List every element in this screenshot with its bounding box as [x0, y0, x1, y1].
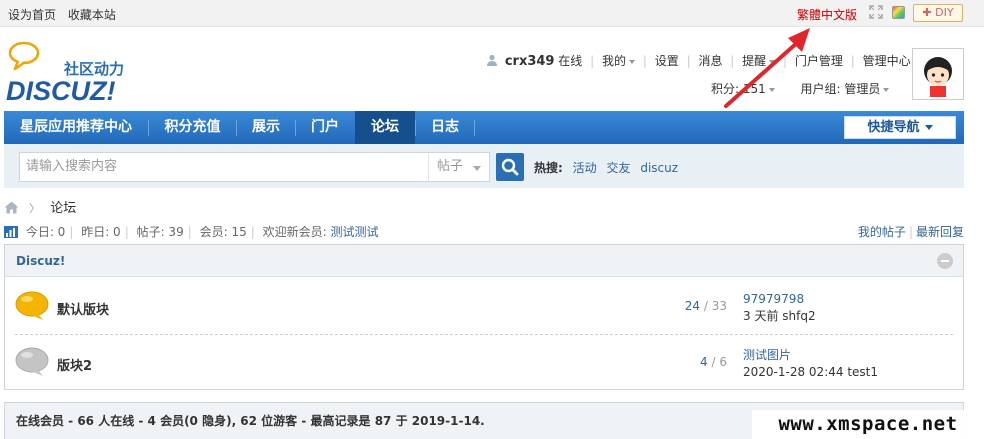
bookmark-link[interactable]: 收藏本站 — [68, 8, 116, 22]
menu-messages[interactable]: 消息 — [698, 54, 722, 68]
avatar[interactable] — [912, 48, 964, 100]
forum-row: 默认版块 24 / 33 97979798 3 天前 shfq2 — [15, 279, 953, 335]
logo-wordmark: DISCUZ! — [6, 76, 116, 106]
chevron-down-icon — [769, 59, 776, 64]
nav-item-showcase[interactable]: 展示 — [237, 111, 295, 144]
last-post-meta[interactable]: 3 天前 shfq2 — [743, 308, 816, 325]
forum-counts: 24 / 33 — [684, 299, 727, 313]
hot-word[interactable]: 交友 — [606, 161, 630, 175]
chevron-down-icon — [768, 87, 775, 92]
breadcrumb: 〉 论坛 — [4, 197, 77, 216]
chevron-right-icon: 〉 — [29, 202, 41, 215]
menu-portal-admin[interactable]: 门户管理 — [795, 54, 843, 68]
chevron-down-icon — [629, 59, 636, 64]
search-bar: 请输入搜索内容 帖子 热搜: 活动 交友 discuz — [4, 144, 964, 188]
forum-stats: 今日: 0 | 昨日: 0 | 帖子: 39 | 会员: 15 | 欢迎新会员: 测试测… — [4, 223, 964, 239]
forum-new-posts-icon — [15, 291, 49, 320]
collapse-icon[interactable] — [937, 253, 953, 269]
watermark: www.xmspace.net — [752, 410, 984, 439]
last-post-title-link[interactable]: 测试图片 — [743, 347, 878, 364]
quick-nav-button[interactable]: 快捷导航 — [844, 116, 956, 139]
menu-notifications[interactable]: 提醒 — [742, 54, 776, 68]
menu-admin-center[interactable]: 管理中心 — [863, 54, 911, 68]
home-icon[interactable] — [4, 201, 19, 214]
last-post-meta[interactable]: 2020-1-28 02:44 test1 — [743, 364, 878, 381]
discuz-logo[interactable]: 社区动力 DISCUZ! — [6, 40, 136, 106]
diy-button[interactable]: ✚ DIY — [913, 4, 963, 22]
user-bar: crx349 在线 | 我的 | 设置 | 消息 | 提醒 | 门户管理 | 管… — [486, 52, 954, 70]
set-home-link[interactable]: 设为首页 — [8, 8, 56, 22]
breadcrumb-current: 论坛 — [50, 201, 77, 216]
traditional-chinese-link[interactable]: 繁體中文版 — [797, 6, 857, 23]
username-link[interactable]: crx349 — [505, 54, 555, 69]
search-input[interactable]: 请输入搜索内容 — [19, 152, 429, 182]
top-links: 设为首页 收藏本站 — [8, 6, 124, 23]
hot-search-label: 热搜: — [534, 161, 563, 175]
forum-last-post: 97979798 3 天前 shfq2 — [743, 291, 816, 325]
main-nav: 星辰应用推荐中心 积分充值 展示 门户 论坛 日志 快捷导航 — [4, 111, 964, 144]
online-summary[interactable]: 在线会员 - 66 人在线 - 4 会员(0 隐身), 62 位游客 - 最高记… — [16, 412, 485, 429]
hot-search: 热搜: 活动 交友 discuz — [534, 159, 678, 176]
latest-replies-link[interactable]: 最新回复 — [916, 225, 964, 239]
welcome-label: 欢迎新会员: — [262, 225, 327, 239]
forum-counts: 4 / 6 — [700, 355, 727, 369]
menu-my[interactable]: 我的 — [602, 54, 636, 68]
search-scope-select[interactable]: 帖子 — [428, 152, 490, 182]
category-header: Discuz! — [5, 245, 963, 277]
my-posts-link[interactable]: 我的帖子 — [858, 225, 906, 239]
menu-settings[interactable]: 设置 — [655, 54, 679, 68]
nav-item-blog[interactable]: 日志 — [416, 111, 474, 144]
forum-name-link[interactable]: 默认版块 — [57, 299, 109, 318]
points-menu[interactable]: 积分: 151 — [711, 82, 775, 96]
chevron-down-icon — [883, 87, 890, 92]
user-info-bar: 积分: 151 用户组: 管理员 — [711, 80, 890, 97]
top-bar: 设为首页 收藏本站 繁體中文版 ✚ DIY — [0, 0, 984, 27]
hot-word[interactable]: 活动 — [573, 161, 597, 175]
search-button[interactable] — [496, 153, 524, 181]
usergroup-menu[interactable]: 用户组: 管理员 — [800, 82, 890, 96]
last-post-title-link[interactable]: 97979798 — [743, 291, 816, 308]
forum-no-new-posts-icon — [15, 347, 49, 376]
nav-item-app-center[interactable]: 星辰应用推荐中心 — [4, 111, 148, 144]
newest-member-link[interactable]: 测试测试 — [330, 225, 378, 239]
stat-members: 会员: 15 — [199, 225, 247, 239]
diy-plus-icon: ✚ — [922, 6, 932, 19]
online-status: 在线 — [558, 54, 583, 68]
hot-word[interactable]: discuz — [640, 161, 678, 175]
stats-chart-icon — [4, 226, 18, 238]
stat-posts: 帖子: 39 — [136, 225, 184, 239]
stat-today: 今日: 0 — [25, 225, 66, 239]
stats-right-links: 我的帖子 | 最新回复 — [857, 225, 964, 239]
forum-row: 版块2 4 / 6 测试图片 2020-1-28 02:44 test1 — [15, 335, 953, 391]
user-icon — [487, 54, 497, 66]
chevron-down-icon — [924, 125, 933, 130]
stat-yesterday: 昨日: 0 — [81, 225, 121, 239]
palette-icon[interactable] — [892, 6, 905, 19]
forum-category: Discuz! 默认版块 24 / 33 97979798 3 天前 shfq2… — [4, 244, 964, 390]
nav-item-recharge[interactable]: 积分充值 — [149, 111, 236, 144]
fullscreen-icon[interactable] — [869, 5, 883, 19]
nav-item-portal[interactable]: 门户 — [296, 111, 354, 144]
chevron-down-icon — [473, 166, 481, 171]
category-title[interactable]: Discuz! — [16, 254, 65, 268]
nav-item-forum[interactable]: 论坛 — [355, 111, 415, 144]
forum-last-post: 测试图片 2020-1-28 02:44 test1 — [743, 347, 878, 381]
diy-label: DIY — [935, 6, 954, 19]
forum-name-link[interactable]: 版块2 — [57, 355, 92, 374]
